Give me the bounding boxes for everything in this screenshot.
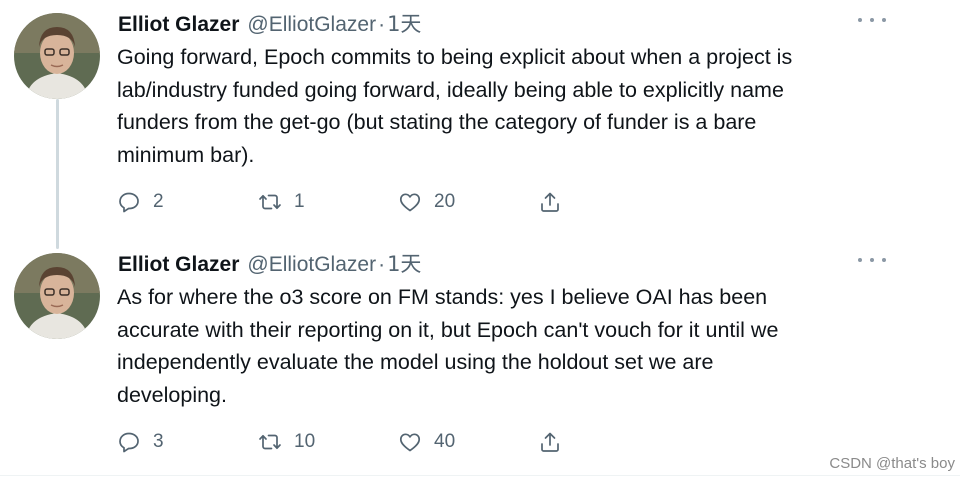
like-button[interactable]: 40 xyxy=(398,426,455,458)
tweet-time[interactable]: 1天 xyxy=(387,8,421,38)
reply-count: 2 xyxy=(153,191,164,212)
author-name[interactable]: Elliot Glazer xyxy=(118,13,239,37)
tweet-actions: 2 1 20 xyxy=(117,186,577,218)
author-avatar[interactable] xyxy=(14,13,100,99)
like-count: 40 xyxy=(434,431,456,452)
author-handle[interactable]: @ElliotGlazer xyxy=(247,13,376,37)
avatar-photo-icon xyxy=(14,253,100,339)
tweet-header: Elliot Glazer @ElliotGlazer · 1天 xyxy=(118,248,421,278)
like-button[interactable]: 20 xyxy=(398,186,455,218)
tweet-text: As for where the o3 score on FM stands: … xyxy=(117,285,779,407)
tweet-actions: 3 10 40 xyxy=(117,426,577,458)
like-icon xyxy=(399,433,421,452)
like-count: 20 xyxy=(434,191,456,212)
share-button[interactable] xyxy=(538,426,562,458)
retweet-count: 1 xyxy=(294,191,305,212)
author-handle[interactable]: @ElliotGlazer xyxy=(247,253,376,277)
retweet-count: 10 xyxy=(294,431,316,452)
reply-count: 3 xyxy=(153,431,164,452)
share-icon xyxy=(541,432,559,452)
reply-button[interactable]: 2 xyxy=(117,186,164,218)
share-icon xyxy=(541,192,559,212)
author-avatar[interactable] xyxy=(14,253,100,339)
retweet-icon xyxy=(259,194,281,210)
tweet-text: Going forward, Epoch commits to being ex… xyxy=(117,45,793,167)
retweet-button[interactable]: 1 xyxy=(258,186,305,218)
separator: · xyxy=(378,13,386,36)
more-icon[interactable] xyxy=(856,250,888,270)
retweet-icon xyxy=(259,434,281,450)
tweet-header: Elliot Glazer @ElliotGlazer · 1天 xyxy=(118,8,421,38)
share-button[interactable] xyxy=(538,186,562,218)
tweet[interactable]: Elliot Glazer @ElliotGlazer · 1天 Going f… xyxy=(0,0,960,240)
avatar-photo-icon xyxy=(14,13,100,99)
separator: · xyxy=(378,253,386,276)
more-icon[interactable] xyxy=(856,10,888,30)
reply-button[interactable]: 3 xyxy=(117,426,164,458)
divider xyxy=(0,475,960,476)
author-name[interactable]: Elliot Glazer xyxy=(118,253,239,277)
like-icon xyxy=(399,193,421,212)
retweet-button[interactable]: 10 xyxy=(258,426,315,458)
reply-icon xyxy=(119,192,139,213)
reply-icon xyxy=(119,432,139,453)
watermark: CSDN @that's boy xyxy=(829,455,955,472)
tweet[interactable]: Elliot Glazer @ElliotGlazer · 1天 As for … xyxy=(0,240,960,475)
tweet-time[interactable]: 1天 xyxy=(387,248,421,278)
